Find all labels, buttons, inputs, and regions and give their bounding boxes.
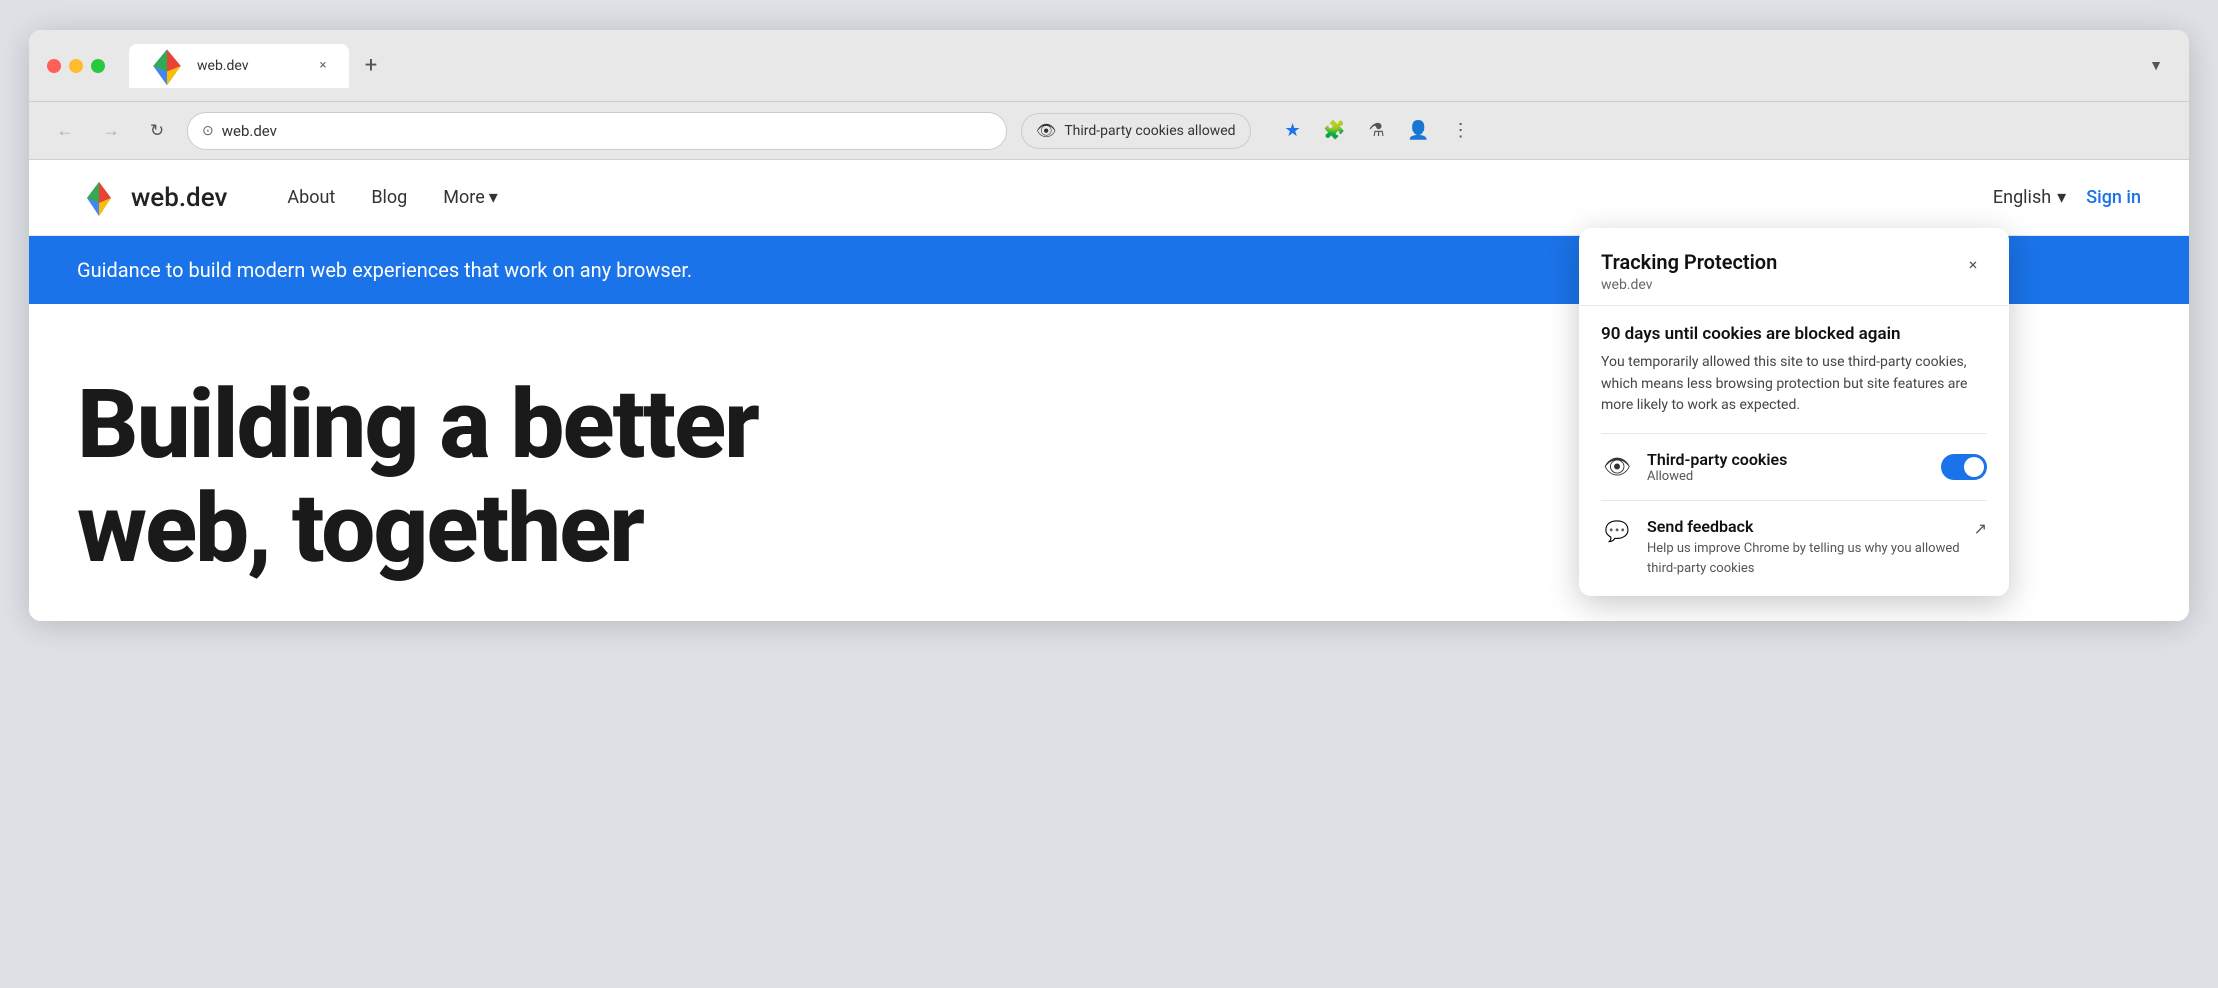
bookmark-star-button[interactable]: ★ [1275, 113, 1311, 149]
feedback-description: Help us improve Chrome by telling us why… [1647, 539, 1960, 578]
feedback-title: Send feedback [1647, 517, 1960, 536]
site-info-icon: ⊙ [202, 123, 214, 139]
cookies-days-title: 90 days until cookies are blocked again [1601, 324, 1987, 344]
cookies-badge-label: Third-party cookies allowed [1064, 123, 1235, 139]
cookies-description: You temporarily allowed this site to use… [1601, 352, 1987, 417]
title-bar: web.dev × + ▼ [29, 30, 2189, 102]
chrome-menu-button[interactable]: ⋮ [1443, 113, 1479, 149]
nav-about[interactable]: About [287, 187, 335, 208]
site-logo[interactable]: web.dev [77, 176, 227, 220]
traffic-lights [47, 59, 105, 73]
popup-body: 90 days until cookies are blocked again … [1579, 306, 2009, 596]
language-label: English [1993, 187, 2051, 208]
cookies-eye-icon: 👁 [1601, 455, 1633, 480]
nav-more[interactable]: More ▾ [443, 187, 498, 208]
extensions-button[interactable]: 🧩 [1317, 113, 1353, 149]
cookies-toggle-status: Allowed [1647, 469, 1927, 484]
url-bar[interactable]: ⊙ web.dev [187, 112, 1007, 150]
cookies-toggle-name: Third-party cookies [1647, 450, 1927, 469]
page-content: web.dev About Blog More ▾ English ▾ Sign… [29, 160, 2189, 621]
more-chevron-icon: ▾ [489, 187, 498, 208]
popup-title-area: Tracking Protection web.dev [1601, 250, 1777, 293]
tab-favicon [145, 44, 189, 88]
feedback-icon: 💬 [1601, 519, 1633, 543]
new-tab-button[interactable]: + [353, 48, 389, 84]
main-nav: About Blog More ▾ [287, 187, 497, 208]
close-window-button[interactable] [47, 59, 61, 73]
forward-button[interactable]: → [95, 115, 127, 147]
active-tab[interactable]: web.dev × [129, 44, 349, 88]
language-chevron-icon: ▾ [2057, 187, 2066, 208]
feedback-external-link-icon[interactable]: ↗ [1974, 519, 1987, 538]
site-logo-text: web.dev [131, 183, 227, 213]
divider-2 [1601, 500, 1987, 501]
tab-list-dropdown[interactable]: ▼ [2141, 53, 2171, 78]
hero-heading: Building a better web, together [77, 374, 877, 581]
tab-bar: web.dev × + [129, 44, 2129, 88]
feedback-content: Send feedback Help us improve Chrome by … [1647, 517, 1960, 578]
popup-subtitle: web.dev [1601, 277, 1777, 293]
back-button[interactable]: ← [49, 115, 81, 147]
minimize-window-button[interactable] [69, 59, 83, 73]
cookies-toggle-switch[interactable] [1941, 454, 1987, 480]
nav-end: English ▾ Sign in [1993, 187, 2141, 208]
popup-title: Tracking Protection [1601, 250, 1777, 274]
feedback-row: 💬 Send feedback Help us improve Chrome b… [1601, 517, 1987, 578]
url-text: web.dev [222, 122, 277, 140]
lab-button[interactable]: ⚗ [1359, 113, 1395, 149]
tab-title: web.dev [197, 58, 249, 74]
address-bar-actions: ★ 🧩 ⚗ 👤 ⋮ [1275, 113, 1479, 149]
eye-icon: 👁 [1036, 121, 1056, 140]
profile-button[interactable]: 👤 [1401, 113, 1437, 149]
cookies-badge[interactable]: 👁 Third-party cookies allowed [1021, 113, 1251, 149]
title-bar-end: ▼ [2141, 53, 2171, 78]
reload-button[interactable]: ↻ [141, 115, 173, 147]
tracking-protection-popup: Tracking Protection web.dev × 90 days un… [1579, 228, 2009, 596]
language-selector[interactable]: English ▾ [1993, 187, 2066, 208]
tab-close-button[interactable]: × [313, 56, 333, 76]
sign-in-button[interactable]: Sign in [2086, 187, 2141, 208]
popup-close-button[interactable]: × [1959, 250, 1987, 278]
third-party-cookies-row: 👁 Third-party cookies Allowed [1601, 450, 1987, 484]
address-bar: ← → ↻ ⊙ web.dev 👁 Third-party cookies al… [29, 102, 2189, 160]
browser-window: web.dev × + ▼ ← → ↻ ⊙ web.dev 👁 Third-pa… [29, 30, 2189, 621]
cookies-toggle-label: Third-party cookies Allowed [1647, 450, 1927, 484]
nav-blog[interactable]: Blog [371, 187, 407, 208]
maximize-window-button[interactable] [91, 59, 105, 73]
popup-header: Tracking Protection web.dev × [1579, 228, 2009, 306]
site-nav: web.dev About Blog More ▾ English ▾ Sign… [29, 160, 2189, 236]
divider-1 [1601, 433, 1987, 434]
